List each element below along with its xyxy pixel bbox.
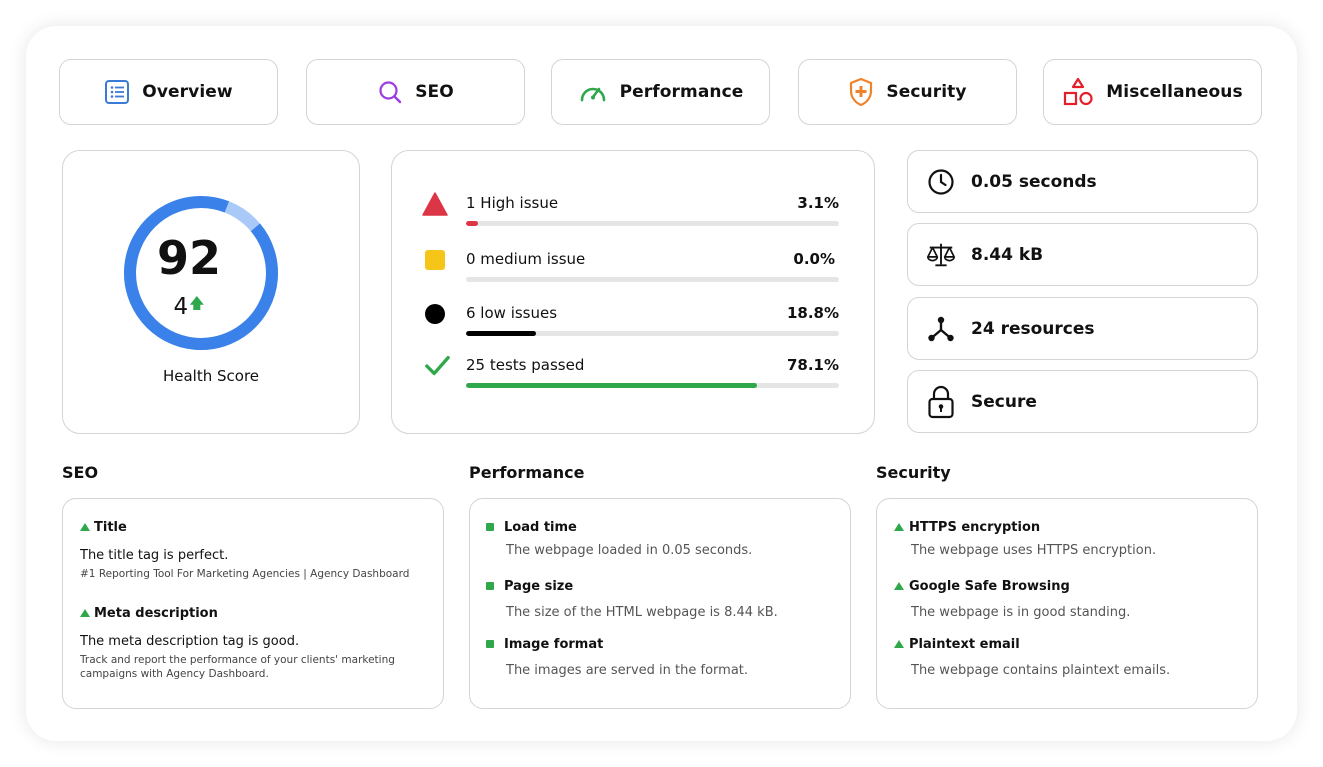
seo-item-title: Title [80, 520, 127, 535]
branch-icon [926, 314, 956, 344]
tab-label: Overview [142, 82, 233, 102]
lock-icon [926, 385, 956, 418]
triangle-up-icon [894, 640, 904, 648]
shapes-icon [1062, 76, 1094, 108]
security-item-desc: The webpage is in good standing. [911, 605, 1131, 620]
security-item-heading: HTTPS encryption [909, 520, 1041, 535]
tab-security[interactable]: Security [798, 59, 1017, 125]
issue-label: 6 low issues [466, 304, 558, 322]
tab-label: Miscellaneous [1106, 82, 1243, 102]
issue-progress-fill [466, 331, 537, 336]
delta-value: 4 [173, 294, 189, 320]
performance-item-desc: The size of the HTML webpage is 8.44 kB. [506, 605, 778, 620]
triangle-up-icon [80, 523, 90, 531]
warning-triangle-icon [422, 191, 448, 217]
tab-label: SEO [415, 82, 454, 102]
seo-item-heading: Title [94, 520, 127, 535]
issue-progress-fill [466, 383, 758, 388]
tab-overview[interactable]: Overview [59, 59, 278, 125]
health-score-label: Health Score [162, 367, 260, 385]
load-time-stat: 0.05 seconds [907, 150, 1258, 213]
issue-progress-track [466, 277, 839, 282]
issue-percent: 0.0% [793, 250, 835, 268]
security-item-heading: Google Safe Browsing [909, 579, 1070, 594]
triangle-up-icon [80, 609, 90, 617]
checkmark-icon [424, 353, 450, 379]
tab-seo[interactable]: SEO [306, 59, 525, 125]
page-size-stat: 8.44 kB [907, 223, 1258, 286]
seo-detail-card: Title The title tag is perfect. #1 Repor… [62, 498, 444, 709]
health-score-card: 92 4🡅 Health Score [62, 150, 360, 434]
issue-row-high: 1 High issue 3.1% [392, 191, 874, 231]
performance-item-heading: Page size [504, 579, 574, 594]
speedometer-icon [578, 79, 608, 105]
issue-percent: 78.1% [786, 356, 839, 374]
health-score-delta: 4🡅 [41, 293, 337, 320]
performance-item: Load time [486, 520, 577, 535]
security-item: Plaintext email [894, 637, 1020, 652]
security-item: HTTPS encryption [894, 520, 1040, 535]
tab-label: Performance [619, 82, 744, 102]
stat-value: 24 resources [971, 318, 1095, 339]
issue-label: 25 tests passed [466, 356, 585, 374]
security-section-title: Security [876, 463, 951, 482]
issue-label: 1 High issue [466, 194, 559, 212]
seo-item-detail: Track and report the performance of your… [80, 654, 395, 680]
issue-percent: 3.1% [797, 194, 839, 212]
seo-item-status: The meta description tag is good. [80, 634, 300, 649]
stat-value: 0.05 seconds [971, 171, 1097, 192]
security-item-heading: Plaintext email [909, 637, 1020, 652]
arrow-up-icon: 🡅 [189, 294, 205, 312]
performance-item-heading: Image format [504, 637, 604, 652]
triangle-up-icon [894, 523, 904, 531]
seo-item-status: The title tag is perfect. [80, 548, 229, 563]
issue-progress-track [466, 331, 839, 336]
square-icon [422, 247, 448, 273]
stat-value: 8.44 kB [971, 244, 1044, 265]
shield-icon [848, 77, 874, 107]
stat-value: Secure [971, 391, 1037, 412]
list-icon [104, 79, 130, 105]
performance-item-heading: Load time [504, 520, 577, 535]
issue-progress-track [466, 221, 839, 226]
tab-label: Security [886, 82, 967, 102]
seo-item-detail: #1 Reporting Tool For Marketing Agencies… [80, 568, 410, 580]
triangle-up-icon [894, 582, 904, 590]
security-detail-card: HTTPS encryption The webpage uses HTTPS … [876, 498, 1258, 709]
issue-percent: 18.8% [786, 304, 839, 322]
square-bullet-icon [486, 523, 494, 531]
issue-row-medium: 0 medium issue 0.0% [392, 247, 874, 287]
performance-detail-card: Load time The webpage loaded in 0.05 sec… [469, 498, 851, 709]
search-icon [377, 79, 403, 105]
security-item: Google Safe Browsing [894, 579, 1070, 594]
health-score-value: 92 [156, 231, 221, 285]
seo-section-title: SEO [62, 463, 99, 482]
issues-card: 1 High issue 3.1% 0 medium issue 0.0% 6 … [391, 150, 875, 434]
circle-icon [422, 301, 448, 327]
scale-icon [926, 240, 956, 270]
tab-miscellaneous[interactable]: Miscellaneous [1043, 59, 1262, 125]
performance-item: Image format [486, 637, 603, 652]
security-stat: Secure [907, 370, 1258, 433]
performance-item-desc: The webpage loaded in 0.05 seconds. [506, 543, 753, 558]
issue-progress-track [466, 383, 839, 388]
seo-item-heading: Meta description [94, 606, 218, 621]
issue-progress-fill [466, 221, 478, 226]
security-item-desc: The webpage contains plaintext emails. [911, 663, 1171, 678]
square-bullet-icon [486, 640, 494, 648]
issue-row-low: 6 low issues 18.8% [392, 301, 874, 341]
seo-item-meta: Meta description [80, 606, 218, 621]
issue-row-passed: 25 tests passed 78.1% [392, 353, 874, 393]
performance-item-desc: The images are served in the format. [506, 663, 749, 678]
issue-label: 0 medium issue [466, 250, 586, 268]
performance-item: Page size [486, 579, 573, 594]
tab-performance[interactable]: Performance [551, 59, 770, 125]
security-item-desc: The webpage uses HTTPS encryption. [911, 543, 1157, 558]
clock-icon [926, 167, 956, 197]
performance-section-title: Performance [469, 463, 585, 482]
square-bullet-icon [486, 582, 494, 590]
resources-stat: 24 resources [907, 297, 1258, 360]
